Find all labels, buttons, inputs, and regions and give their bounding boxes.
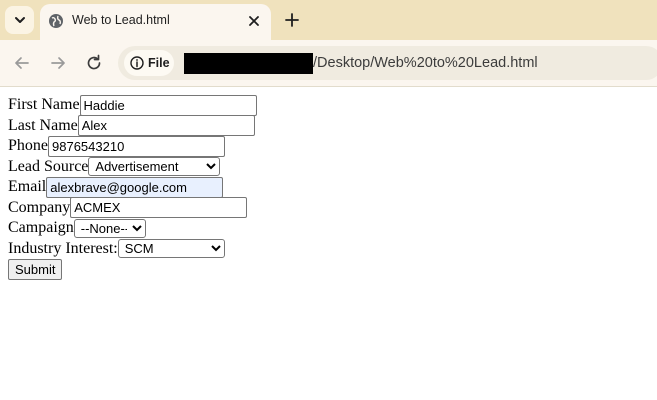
- tab-search-icon: [14, 17, 25, 23]
- toolbar: File /Desktop/Web%20to%20Lead.html: [0, 40, 657, 87]
- industry-interest-label: Industry Interest:: [8, 239, 118, 257]
- site-chip-label: File: [148, 56, 170, 70]
- submit-button[interactable]: Submit: [8, 259, 63, 280]
- lead-source-row: Lead Source Advertisement: [8, 157, 257, 178]
- tab-strip: Web to Lead.html: [0, 0, 657, 40]
- phone-row: Phone: [8, 135, 257, 157]
- campaign-label: Campaign: [8, 219, 74, 236]
- last-name-input[interactable]: [77, 115, 255, 137]
- site-info-chip[interactable]: File: [124, 50, 174, 76]
- lead-source-label: Lead Source: [8, 157, 89, 175]
- lead-source-select[interactable]: Advertisement: [88, 157, 221, 177]
- first-name-row: First Name: [8, 94, 257, 116]
- email-row: Email: [8, 176, 257, 198]
- email-label: Email: [8, 178, 47, 195]
- email-input[interactable]: [46, 176, 224, 198]
- back-icon[interactable]: [12, 53, 32, 73]
- globe-icon: [49, 14, 63, 28]
- last-name-label: Last Name: [8, 116, 78, 134]
- plus-icon[interactable]: [282, 10, 302, 30]
- industry-interest-select[interactable]: SCM: [117, 239, 225, 259]
- company-row: Company: [8, 197, 257, 219]
- phone-input[interactable]: [48, 135, 225, 157]
- url-text[interactable]: /Desktop/Web%20to%20Lead.html: [313, 55, 538, 71]
- forward-icon[interactable]: [48, 53, 68, 73]
- phone-label: Phone: [8, 137, 48, 154]
- first-name-label: First Name: [8, 96, 80, 113]
- redacted-path: [184, 53, 313, 74]
- address-bar[interactable]: File /Desktop/Web%20to%20Lead.html: [118, 46, 657, 80]
- close-icon[interactable]: [245, 12, 263, 30]
- tab-title: Web to Lead.html: [72, 13, 170, 27]
- campaign-row: Campaign --None--: [8, 218, 257, 239]
- lead-form: First Name Last Name Phone Lead Source A…: [8, 94, 257, 280]
- campaign-select[interactable]: --None--: [73, 218, 146, 238]
- tab-search-button[interactable]: [5, 6, 34, 34]
- company-input[interactable]: [70, 197, 248, 219]
- industry-interest-row: Industry Interest: SCM: [8, 239, 257, 260]
- active-tab[interactable]: Web to Lead.html: [40, 4, 271, 40]
- last-name-row: Last Name: [8, 115, 257, 137]
- reload-icon[interactable]: [84, 53, 104, 73]
- info-icon: [130, 56, 144, 70]
- company-label: Company: [8, 198, 71, 216]
- submit-row: Submit: [8, 259, 257, 280]
- first-name-input[interactable]: [79, 94, 257, 116]
